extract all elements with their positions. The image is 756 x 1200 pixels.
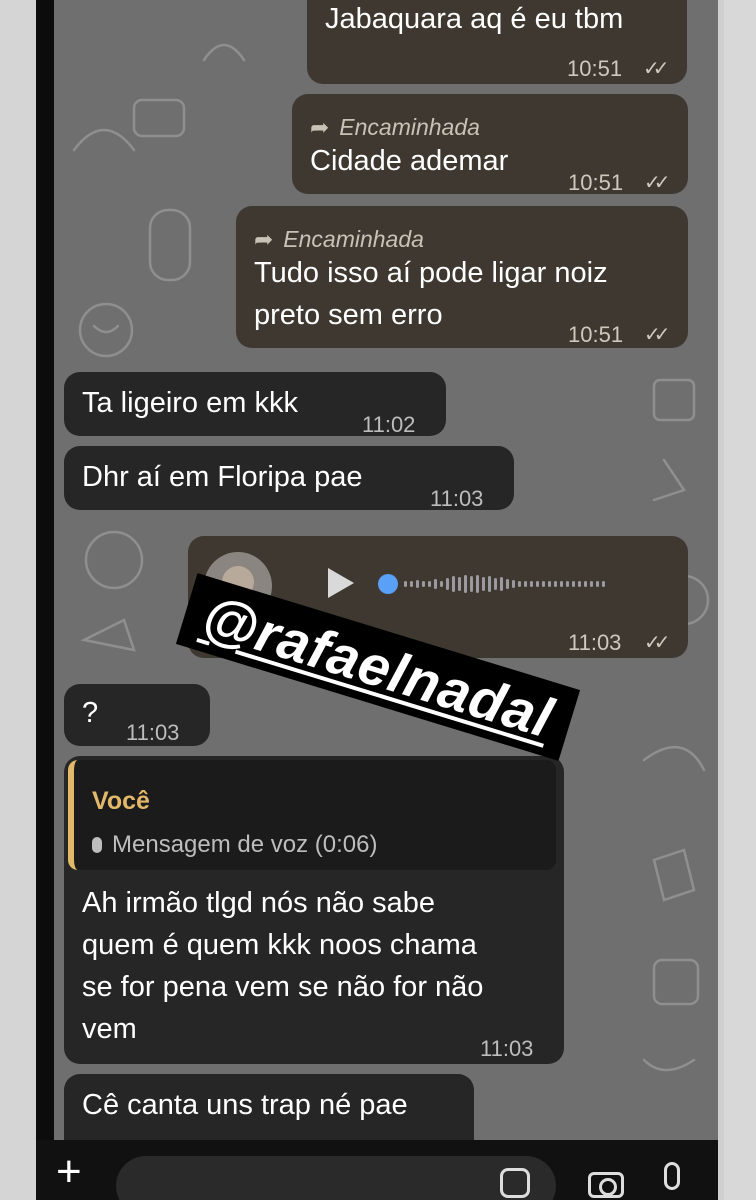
message-time: 11:02: [362, 412, 416, 437]
mic-icon: [92, 837, 102, 853]
message-time: 10:51: [568, 322, 624, 347]
message-bubble[interactable]: ? 11:03: [64, 684, 210, 746]
message-text-line: se for pena vem se não for não: [82, 971, 484, 1003]
message-text: Dhr aí em Floripa pae: [82, 461, 363, 493]
message-bubble[interactable]: Jabaquara aq é eu tbm 10:51 ✓✓: [307, 0, 687, 84]
message-time: 11:04: [394, 1128, 447, 1140]
left-divider: [36, 0, 54, 1140]
quoted-preview-text: Mensagem de voz (0:06): [112, 831, 378, 858]
read-ticks: ✓✓: [644, 632, 670, 654]
message-bubble[interactable]: Cê canta uns trap né pae 11:04: [64, 1074, 474, 1140]
forward-arrow-icon: ➦: [310, 114, 330, 140]
playback-position[interactable]: [378, 574, 398, 594]
message-text-line: Tudo isso aí pode ligar noiz: [254, 257, 608, 289]
message-text: Cidade ademar: [310, 145, 509, 177]
chat-screen: Jabaquara aq é eu tbm 10:51 ✓✓ ➦ Encaminh…: [0, 0, 756, 1200]
quoted-preview: Mensagem de voz (0:06): [92, 824, 377, 866]
message-bubble[interactable]: Ta ligeiro em kkk 11:02: [64, 372, 446, 437]
quoted-message[interactable]: Você Mensagem de voz (0:06): [68, 760, 556, 870]
chat-background[interactable]: Jabaquara aq é eu tbm 10:51 ✓✓ ➦ Encaminh…: [54, 0, 718, 1140]
message-text-line: vem: [82, 1013, 137, 1045]
reply-message-bubble[interactable]: Você Mensagem de voz (0:06) Ah irmão tlg…: [64, 756, 564, 1064]
right-margin-inner: [724, 0, 756, 1200]
mic-icon[interactable]: [664, 1162, 680, 1190]
message-text-line: preto sem erro: [254, 299, 443, 331]
message-time: 11:03: [568, 630, 622, 655]
sticker-icon[interactable]: [500, 1168, 530, 1198]
message-bubble[interactable]: ➦ Encaminhada Cidade ademar 10:51 ✓✓: [292, 94, 688, 195]
message-time: 10:51: [567, 56, 623, 81]
message-time: 11:03: [126, 720, 180, 745]
forward-arrow-icon: ➦: [254, 226, 274, 252]
message-time: 11:03: [480, 1036, 534, 1061]
play-icon[interactable]: [328, 568, 354, 598]
forwarded-text: Encaminhada: [283, 226, 424, 252]
read-ticks: ✓✓: [644, 172, 670, 194]
message-input[interactable]: [116, 1156, 556, 1200]
waveform[interactable]: [404, 564, 605, 604]
message-text: Ta ligeiro em kkk: [82, 387, 298, 419]
camera-icon[interactable]: [588, 1172, 624, 1198]
forwarded-text: Encaminhada: [339, 114, 480, 140]
message-time: 10:51: [568, 170, 624, 195]
message-text-line: quem é quem kkk noos chama: [82, 929, 477, 961]
message-text: Cê canta uns trap né pae: [82, 1089, 408, 1121]
message-time: 11:03: [430, 486, 484, 511]
right-margin: [718, 0, 756, 1200]
message-bubble[interactable]: Dhr aí em Floripa pae 11:03: [64, 446, 514, 511]
message-text-line: Ah irmão tlgd nós não sabe: [82, 887, 436, 919]
message-text: ?: [82, 697, 99, 729]
read-ticks: ✓✓: [644, 324, 670, 346]
message-bubble[interactable]: ➦ Encaminhada Tudo isso aí pode ligar noi…: [236, 206, 688, 348]
read-ticks: ✓✓: [643, 58, 669, 80]
plus-icon[interactable]: +: [56, 1150, 82, 1194]
quoted-author: Você: [92, 787, 150, 815]
message-text: Jabaquara aq é eu tbm: [325, 3, 624, 35]
left-margin: [0, 0, 36, 1200]
